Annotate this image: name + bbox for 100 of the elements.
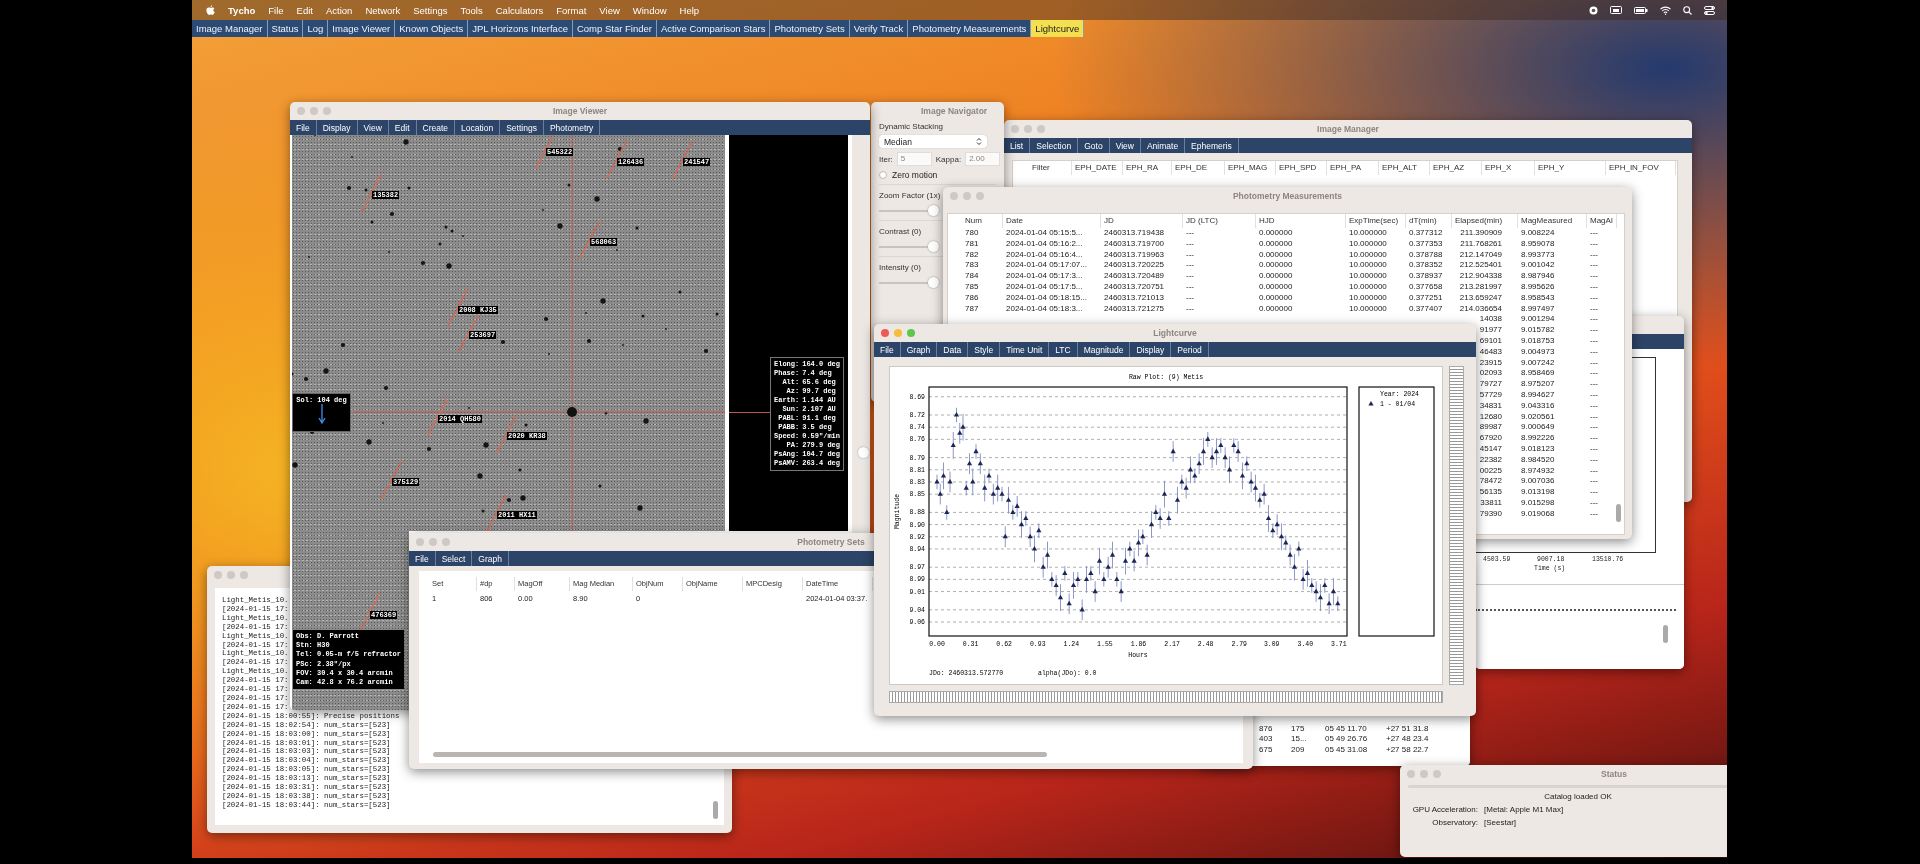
- column-header[interactable]: EPH_MAG: [1225, 161, 1276, 175]
- menu-item[interactable]: Window: [632, 4, 667, 16]
- menu-item[interactable]: Graph: [472, 551, 509, 566]
- column-header[interactable]: EPH_DATE: [1072, 161, 1123, 175]
- window-button[interactable]: [310, 107, 318, 115]
- scrollbar-thumb[interactable]: [1616, 504, 1621, 522]
- control-center-icon[interactable]: [1704, 5, 1715, 15]
- window-button[interactable]: [227, 571, 235, 579]
- column-header[interactable]: JD: [1101, 214, 1183, 228]
- window-button[interactable]: [416, 538, 424, 546]
- menu-item[interactable]: File: [409, 551, 436, 566]
- zero-motion-radio[interactable]: Zero motion: [879, 170, 938, 180]
- menu-item[interactable]: Tools: [460, 4, 483, 16]
- window-button[interactable]: [1037, 125, 1045, 133]
- tab[interactable]: Status: [267, 20, 304, 37]
- slider-handle[interactable]: [858, 447, 869, 458]
- column-header[interactable]: EPH_SPD: [1276, 161, 1327, 175]
- menu-item[interactable]: Magnitude: [1077, 342, 1131, 357]
- menu-item[interactable]: Period: [1171, 342, 1209, 357]
- window-button[interactable]: [881, 329, 889, 337]
- column-header[interactable]: Filter: [1029, 161, 1072, 175]
- column-header[interactable]: EPH_RA: [1123, 161, 1172, 175]
- battery-icon[interactable]: [1634, 6, 1648, 14]
- tab[interactable]: Photometry Sets: [770, 20, 850, 37]
- window-button[interactable]: [1011, 125, 1019, 133]
- scrollbar[interactable]: [889, 691, 1443, 703]
- menu-item[interactable]: LTC: [1049, 342, 1078, 357]
- slider-thumb[interactable]: [928, 241, 939, 252]
- column-header[interactable]: Num: [962, 214, 1003, 228]
- tab[interactable]: Verify Track: [849, 20, 909, 37]
- tab[interactable]: JPL Horizons Interface: [468, 20, 573, 37]
- window-button[interactable]: [240, 571, 248, 579]
- tab[interactable]: Image Manager: [192, 20, 268, 37]
- menu-item[interactable]: Format: [556, 4, 587, 16]
- window-button[interactable]: [894, 329, 902, 337]
- tab[interactable]: Known Objects: [395, 20, 469, 37]
- window-button[interactable]: [442, 538, 450, 546]
- menu-item[interactable]: Graph: [900, 342, 938, 357]
- column-header[interactable]: ExpTime(sec): [1346, 214, 1406, 228]
- menu-item[interactable]: Ephemeris: [1185, 138, 1239, 153]
- column-header[interactable]: EPH_Y: [1535, 161, 1606, 175]
- window-button[interactable]: [297, 107, 305, 115]
- menu-item[interactable]: Data: [937, 342, 969, 357]
- search-icon[interactable]: [1683, 5, 1692, 15]
- column-header[interactable]: EPH_X: [1482, 161, 1535, 175]
- window-button[interactable]: [214, 571, 222, 579]
- column-header[interactable]: MagAl: [1587, 214, 1617, 228]
- tab[interactable]: Comp Star Finder: [572, 20, 657, 37]
- menu-item[interactable]: Action: [325, 4, 353, 16]
- column-header[interactable]: EPH_AZ: [1430, 161, 1482, 175]
- tab[interactable]: Lightcurve: [1031, 20, 1085, 37]
- menu-item[interactable]: File: [874, 342, 901, 357]
- menu-item[interactable]: Edit: [296, 4, 313, 16]
- menu-item[interactable]: Style: [968, 342, 1001, 357]
- menu-item[interactable]: Select: [435, 551, 473, 566]
- tab[interactable]: Photometry Measurements: [908, 20, 1032, 37]
- slider-thumb[interactable]: [928, 277, 939, 288]
- column-header[interactable]: JD (LTC): [1183, 214, 1256, 228]
- menu-item[interactable]: View: [599, 4, 620, 16]
- scrollbar-thumb[interactable]: [713, 801, 718, 819]
- menu-item[interactable]: Network: [365, 4, 401, 16]
- window-button[interactable]: [1433, 770, 1441, 778]
- menu-item[interactable]: Display: [1130, 342, 1172, 357]
- tab[interactable]: Active Comparison Stars: [656, 20, 771, 37]
- column-header[interactable]: MagMeasured: [1518, 214, 1587, 228]
- window-button[interactable]: [976, 192, 984, 200]
- menu-item[interactable]: Time Unit: [1000, 342, 1050, 357]
- window-button[interactable]: [1024, 125, 1032, 133]
- stacking-dropdown[interactable]: Median: [879, 135, 987, 148]
- column-header[interactable]: EPH_PA: [1327, 161, 1379, 175]
- menu-item[interactable]: Settings: [413, 4, 448, 16]
- app-menu[interactable]: Tycho: [228, 4, 256, 16]
- menu-item[interactable]: View: [1109, 138, 1141, 153]
- window-button[interactable]: [907, 329, 915, 337]
- slider-thumb[interactable]: [928, 205, 939, 216]
- column-header[interactable]: Elapsed(min): [1452, 214, 1518, 228]
- scrollbar-thumb[interactable]: [433, 752, 1047, 757]
- apple-icon[interactable]: [206, 4, 215, 16]
- menu-item[interactable]: Goto: [1078, 138, 1110, 153]
- menu-item[interactable]: Help: [679, 4, 700, 16]
- column-header[interactable]: EPH_IN_FOV: [1606, 161, 1676, 175]
- window-button[interactable]: [1407, 770, 1415, 778]
- tab[interactable]: Image Viewer: [328, 20, 396, 37]
- column-header[interactable]: dT(min): [1406, 214, 1452, 228]
- wifi-icon[interactable]: [1660, 5, 1671, 15]
- menu-item[interactable]: File: [268, 4, 284, 16]
- scrollbar[interactable]: [1449, 366, 1464, 685]
- column-header[interactable]: EPH_ALT: [1379, 161, 1430, 175]
- scrollbar-thumb[interactable]: [1663, 625, 1668, 643]
- window-button[interactable]: [429, 538, 437, 546]
- column-header[interactable]: HJD: [1256, 214, 1346, 228]
- record-icon[interactable]: [1589, 5, 1598, 15]
- display-icon[interactable]: [1610, 5, 1622, 15]
- menu-item[interactable]: Animate: [1140, 138, 1186, 153]
- window-button[interactable]: [950, 192, 958, 200]
- column-header[interactable]: Date: [1003, 214, 1101, 228]
- window-button[interactable]: [963, 192, 971, 200]
- window-button[interactable]: [1420, 770, 1428, 778]
- window-button[interactable]: [323, 107, 331, 115]
- column-header[interactable]: EPH_DE: [1172, 161, 1225, 175]
